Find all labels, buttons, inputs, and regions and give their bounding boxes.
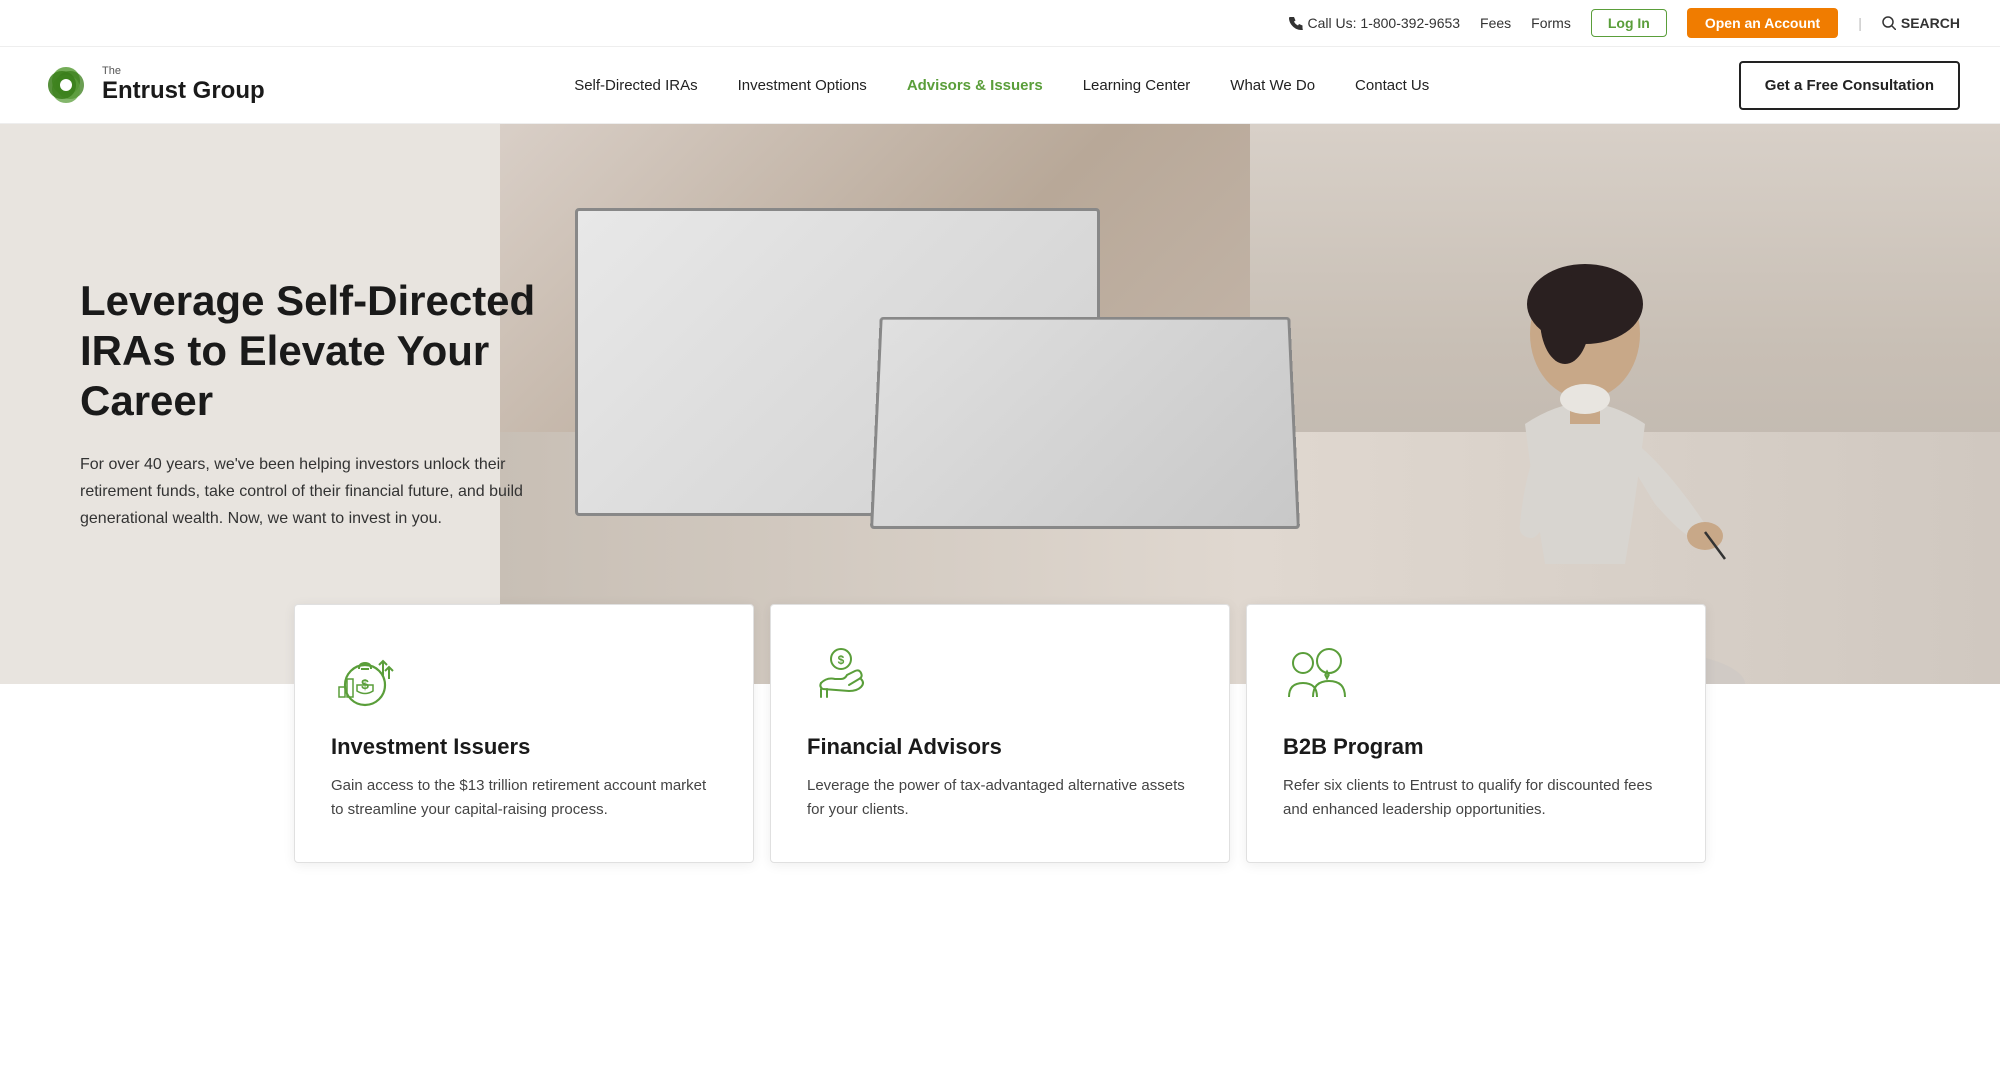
nav-learning-center[interactable]: Learning Center	[1063, 49, 1211, 122]
phone-info: Call Us: 1-800-392-9653	[1289, 15, 1461, 31]
forms-link[interactable]: Forms	[1531, 15, 1571, 31]
logo-the: The	[102, 65, 265, 77]
investment-issuers-card[interactable]: $ Investment Issuers Gain access to the …	[294, 604, 754, 863]
search-icon	[1882, 16, 1896, 30]
nav-self-directed-iras[interactable]: Self-Directed IRAs	[554, 49, 717, 122]
svg-text:$: $	[361, 676, 369, 692]
financial-advisors-desc: Leverage the power of tax-advantaged alt…	[807, 774, 1193, 822]
nav-investment-options[interactable]: Investment Options	[718, 49, 887, 122]
hero-section: Leverage Self-Directed IRAs to Elevate Y…	[0, 124, 2000, 684]
nav-what-we-do[interactable]: What We Do	[1210, 49, 1335, 122]
cards-section: $ Investment Issuers Gain access to the …	[0, 604, 2000, 863]
b2b-program-desc: Refer six clients to Entrust to qualify …	[1283, 774, 1669, 822]
hero-content: Leverage Self-Directed IRAs to Elevate Y…	[0, 276, 620, 533]
free-consultation-button[interactable]: Get a Free Consultation	[1739, 61, 1960, 110]
b2b-program-icon	[1283, 641, 1669, 714]
phone-icon	[1289, 16, 1303, 30]
svg-text:$: $	[838, 653, 845, 667]
logo[interactable]: The Entrust Group	[40, 47, 265, 123]
financial-advisors-icon: $	[807, 641, 1193, 714]
login-button[interactable]: Log In	[1591, 9, 1667, 37]
investment-issuers-icon: $	[331, 641, 717, 714]
hero-woman-figure	[1130, 124, 2000, 684]
financial-advisors-title: Financial Advisors	[807, 734, 1193, 760]
phone-text: Call Us: 1-800-392-9653	[1308, 15, 1461, 31]
fees-link[interactable]: Fees	[1480, 15, 1511, 31]
financial-advisors-card[interactable]: $ Financial Advisors Leverage the power …	[770, 604, 1230, 863]
search-label: SEARCH	[1901, 15, 1960, 31]
nav-advisors-issuers[interactable]: Advisors & Issuers	[887, 49, 1063, 122]
hero-subtitle: For over 40 years, we've been helping in…	[80, 451, 540, 533]
open-account-button[interactable]: Open an Account	[1687, 8, 1838, 38]
main-nav: The Entrust Group Self-Directed IRAs Inv…	[0, 47, 2000, 124]
logo-text: The Entrust Group	[102, 65, 265, 105]
divider: |	[1858, 15, 1862, 31]
logo-name: Entrust Group	[102, 77, 265, 104]
hero-image	[500, 124, 2000, 684]
logo-icon	[40, 59, 92, 111]
nav-contact-us[interactable]: Contact Us	[1335, 49, 1449, 122]
investment-issuers-desc: Gain access to the $13 trillion retireme…	[331, 774, 717, 822]
hero-title: Leverage Self-Directed IRAs to Elevate Y…	[80, 276, 540, 427]
b2b-program-title: B2B Program	[1283, 734, 1669, 760]
top-bar: Call Us: 1-800-392-9653 Fees Forms Log I…	[0, 0, 2000, 47]
b2b-program-card[interactable]: B2B Program Refer six clients to Entrust…	[1246, 604, 1706, 863]
investment-issuers-title: Investment Issuers	[331, 734, 717, 760]
nav-links: Self-Directed IRAs Investment Options Ad…	[554, 49, 1449, 122]
search-area[interactable]: SEARCH	[1882, 15, 1960, 31]
